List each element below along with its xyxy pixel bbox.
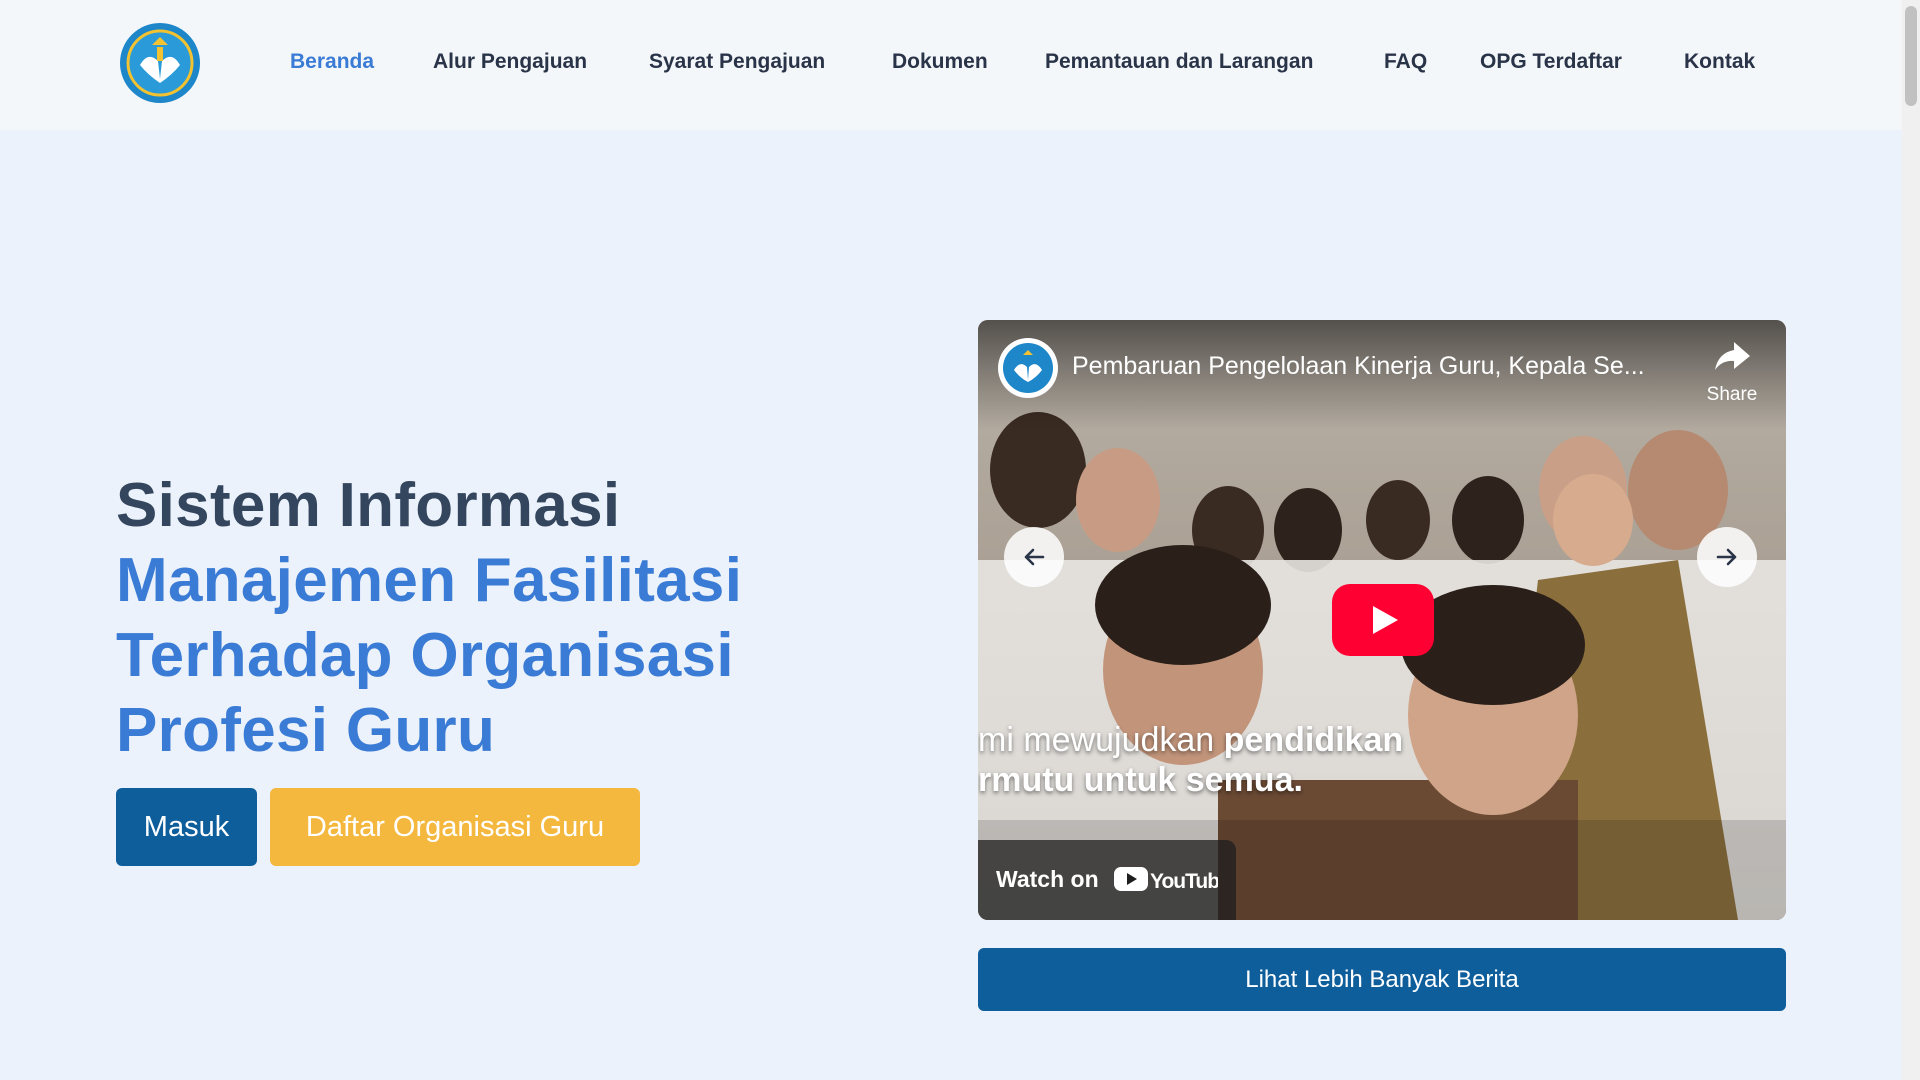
video-caption: mi mewujudkan pendidikan rmutu untuk sem… — [978, 720, 1403, 800]
youtube-wordmark: YouTube — [1150, 870, 1218, 893]
nav-dokumen[interactable]: Dokumen — [892, 50, 988, 74]
channel-avatar-icon[interactable] — [998, 338, 1058, 398]
title-line-2: Manajemen Fasilitasi — [116, 546, 743, 615]
title-line-1: Sistem Informasi — [116, 471, 621, 540]
caption-line1-bold: pendidikan — [1223, 721, 1404, 759]
youtube-video-embed[interactable]: Pembaruan Pengelolaan Kinerja Guru, Kepa… — [978, 320, 1786, 920]
nav-opg-terdaftar[interactable]: OPG Terdaftar — [1480, 50, 1622, 74]
watch-on-youtube-link[interactable]: Watch on YouTube — [978, 840, 1236, 920]
watch-on-label: Watch on — [996, 866, 1099, 892]
youtube-logo-icon: YouTube — [1114, 867, 1218, 893]
caption-line2: rmutu untuk semua. — [978, 761, 1303, 799]
arrow-right-icon — [1716, 548, 1737, 566]
scrollbar-thumb[interactable] — [1905, 6, 1917, 106]
nav-syarat-pengajuan[interactable]: Syarat Pengajuan — [649, 50, 825, 74]
site-header: Beranda Alur Pengajuan Syarat Pengajuan … — [0, 0, 1902, 130]
page-scrollbar[interactable] — [1902, 0, 1920, 1080]
share-icon — [1715, 342, 1750, 370]
page-title: Sistem Informasi Manajemen Fasilitasi Te… — [116, 468, 742, 768]
title-line-3: Terhadap Organisasi — [116, 621, 734, 690]
share-button[interactable]: Share — [1684, 338, 1780, 408]
register-organization-button[interactable]: Daftar Organisasi Guru — [270, 788, 640, 866]
tut-wuri-handayani-logo-icon[interactable] — [118, 21, 202, 105]
carousel-next-button[interactable] — [1697, 527, 1757, 587]
title-line-4: Profesi Guru — [116, 696, 496, 765]
nav-kontak[interactable]: Kontak — [1684, 50, 1755, 74]
carousel-prev-button[interactable] — [1004, 527, 1064, 587]
more-news-button[interactable]: Lihat Lebih Banyak Berita — [978, 948, 1786, 1011]
share-label: Share — [1706, 384, 1758, 405]
nav-beranda[interactable]: Beranda — [290, 50, 374, 74]
arrow-left-icon — [1024, 548, 1045, 566]
nav-faq[interactable]: FAQ — [1384, 50, 1427, 74]
youtube-play-icon[interactable] — [1332, 584, 1434, 656]
login-button[interactable]: Masuk — [116, 788, 257, 866]
nav-pemantauan-dan-larangan[interactable]: Pemantauan dan Larangan — [1045, 50, 1313, 74]
nav-alur-pengajuan[interactable]: Alur Pengajuan — [433, 50, 587, 74]
caption-line1-light: mi mewujudkan — [978, 721, 1224, 759]
video-title[interactable]: Pembaruan Pengelolaan Kinerja Guru, Kepa… — [1072, 352, 1692, 381]
